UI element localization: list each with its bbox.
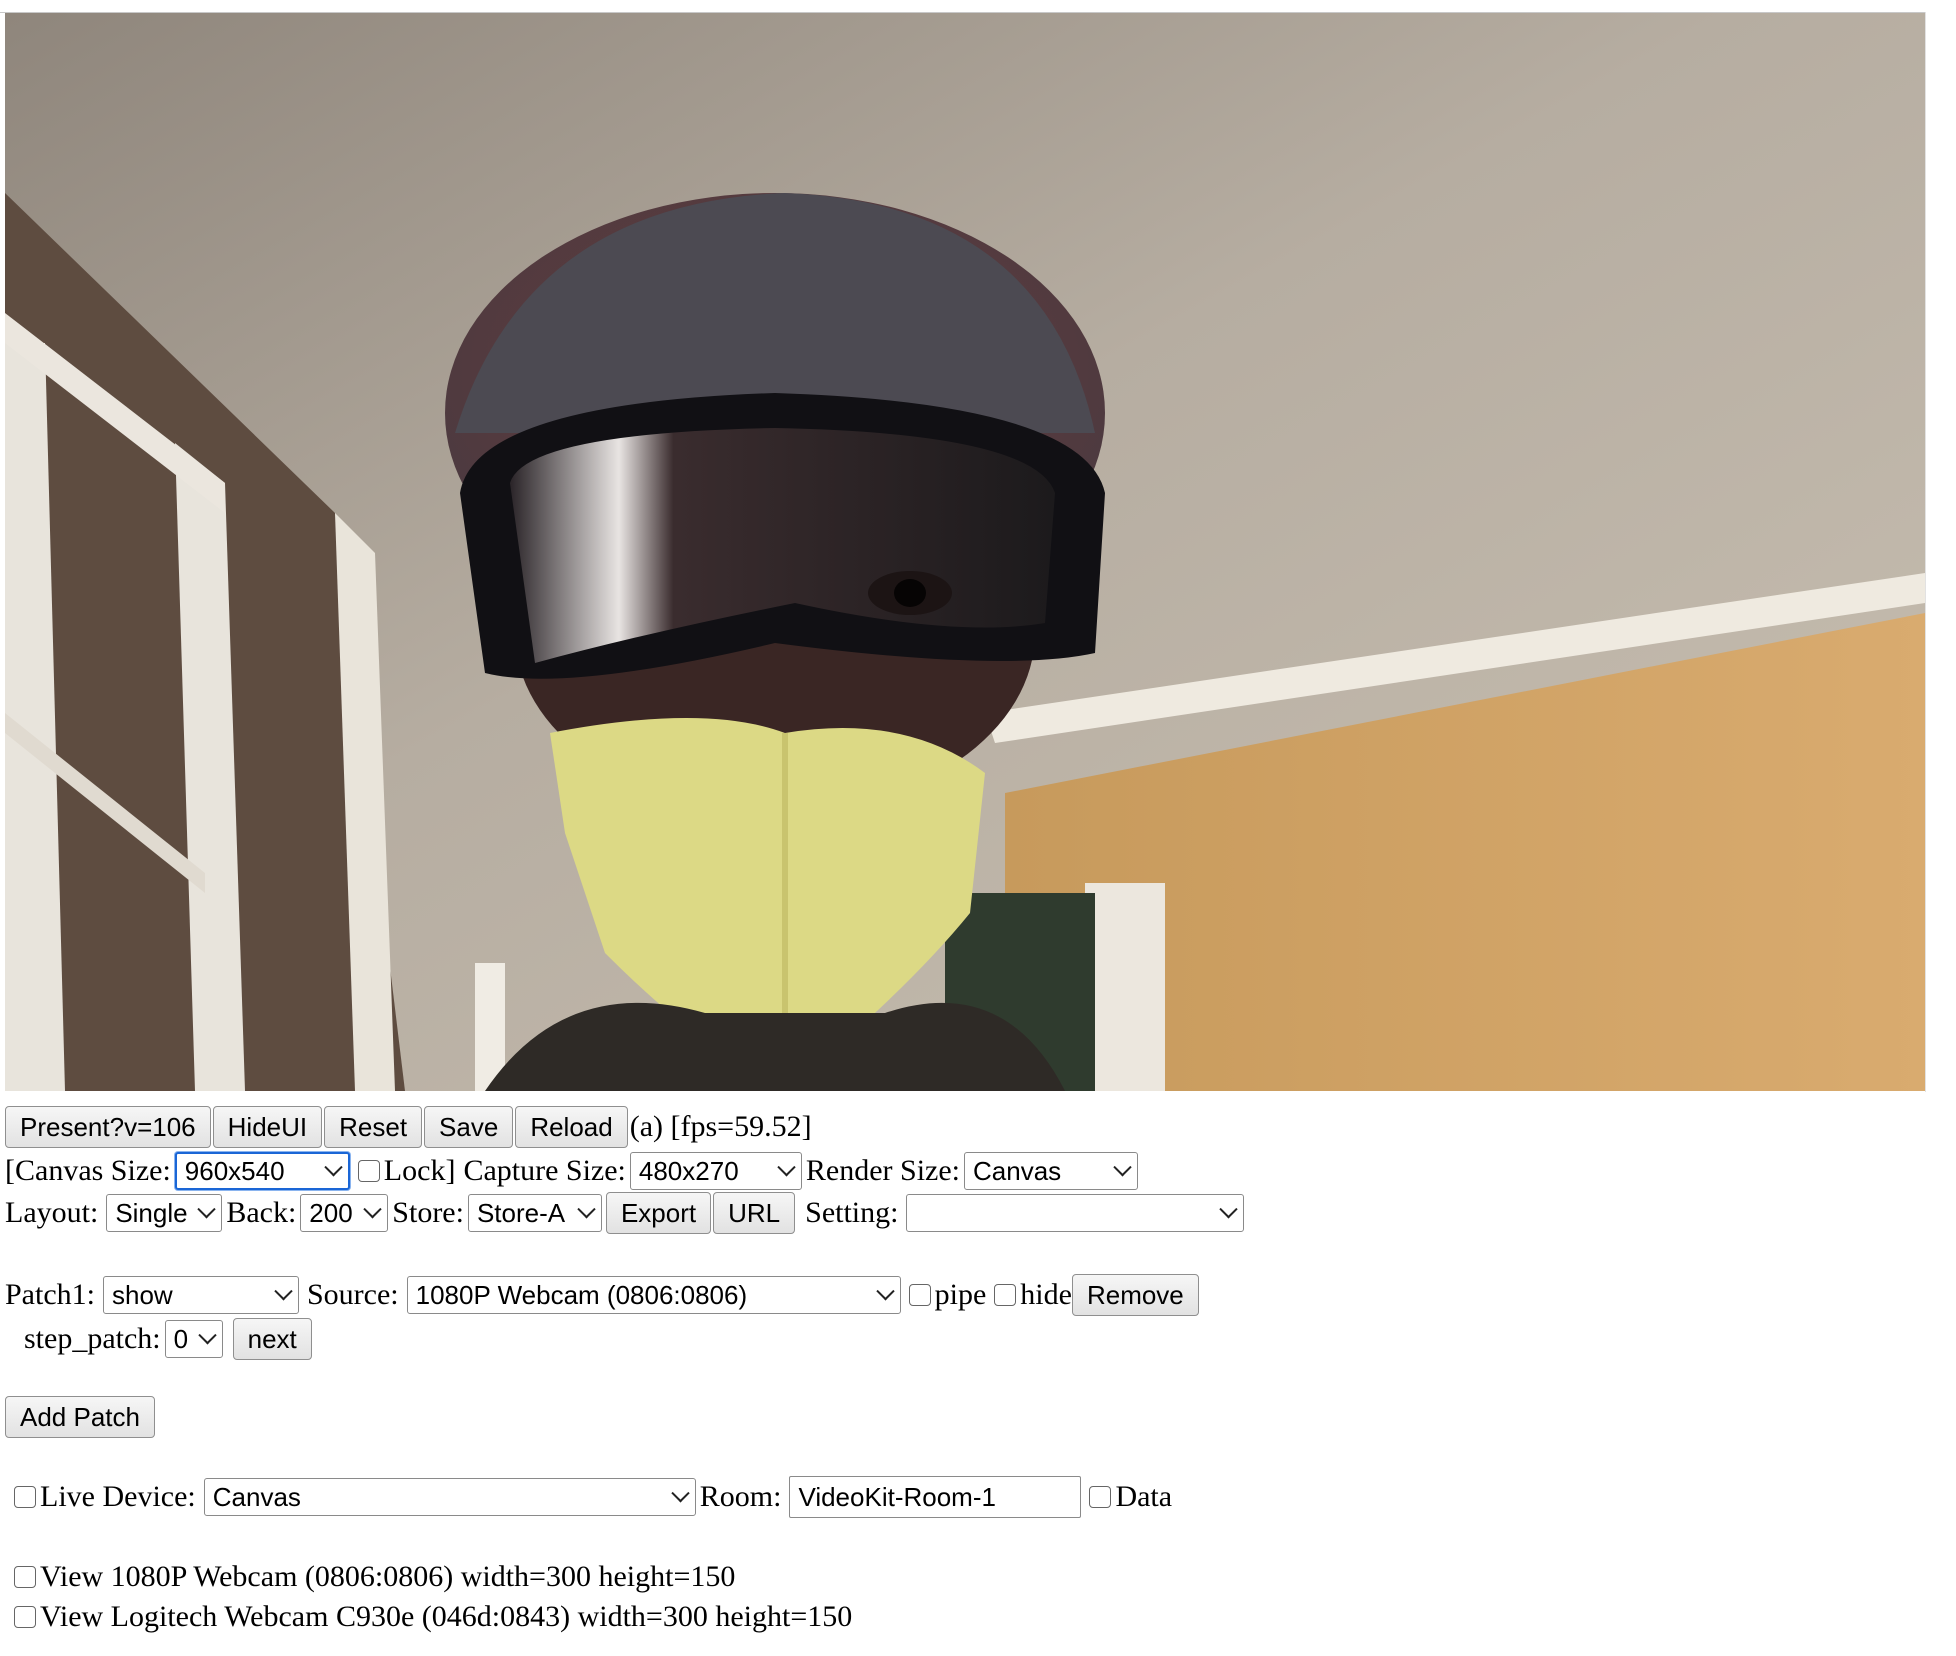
back-select[interactable]: 200: [300, 1194, 389, 1232]
chevron-down-icon: [197, 1325, 217, 1344]
live-device-checkbox[interactable]: [14, 1486, 36, 1508]
view-label: View 1080P Webcam (0806:0806) width=300 …: [40, 1560, 736, 1593]
hideui-button[interactable]: HideUI: [212, 1106, 323, 1148]
add-patch-button[interactable]: Add Patch: [5, 1396, 155, 1438]
store-value: Store-A: [476, 1198, 566, 1228]
live-row: Live Device: Canvas Room: VideoKit-Room-…: [10, 1476, 1172, 1518]
chevron-down-icon: [324, 1157, 343, 1176]
data-checkbox[interactable]: [1089, 1486, 1112, 1508]
view-checkbox[interactable]: [14, 1606, 36, 1628]
chevron-down-icon: [875, 1281, 895, 1300]
step-patch-label: step_patch:: [24, 1322, 161, 1355]
chevron-down-icon: [577, 1199, 596, 1218]
patch1-label: Patch1:: [5, 1278, 95, 1311]
view-label: View Logitech Webcam C930e (046d:0843) w…: [40, 1600, 853, 1633]
present-button[interactable]: Present?v=106: [5, 1106, 211, 1148]
back-value: 200: [309, 1198, 353, 1228]
layout-label: Layout:: [5, 1196, 99, 1229]
capture-size-value: 480x270: [638, 1156, 739, 1186]
source-select[interactable]: 1080P Webcam (0806:0806): [406, 1276, 901, 1314]
save-button[interactable]: Save: [424, 1106, 514, 1148]
capture-size-label: Capture Size:: [463, 1154, 626, 1187]
canvas-size-label: [Canvas Size:: [5, 1154, 171, 1187]
chevron-down-icon: [671, 1483, 690, 1502]
patch1-row: Patch1: show Source: 1080P Webcam (0806:…: [5, 1274, 1201, 1316]
reload-button[interactable]: Reload: [515, 1106, 628, 1148]
canvas-size-value: 960x540: [184, 1156, 285, 1186]
chevron-down-icon: [274, 1281, 293, 1300]
hide-checkbox[interactable]: [994, 1284, 1017, 1306]
video-canvas: [5, 13, 1925, 1091]
pipe-label: pipe: [934, 1278, 987, 1311]
fps-readout: (a) [fps=59.52]: [629, 1110, 812, 1143]
lock-label: Lock]: [383, 1154, 456, 1187]
render-size-label: Render Size:: [805, 1154, 961, 1187]
data-label: Data: [1115, 1480, 1173, 1513]
render-size-select[interactable]: Canvas: [964, 1152, 1139, 1190]
toolbar-row: Present?v=106 HideUI Reset Save Reload (…: [5, 1106, 812, 1148]
setting-label: Setting:: [805, 1196, 899, 1229]
export-button[interactable]: Export: [605, 1192, 712, 1234]
live-device-select[interactable]: Canvas: [203, 1478, 696, 1516]
step-patch-value: 0: [173, 1324, 189, 1354]
next-button[interactable]: next: [232, 1318, 312, 1360]
room-label: Room:: [699, 1480, 782, 1513]
pipe-checkbox[interactable]: [908, 1284, 931, 1306]
add-patch-row: Add Patch: [5, 1396, 157, 1438]
canvas-size-select[interactable]: 960x540: [174, 1152, 350, 1190]
back-label: Back:: [226, 1196, 297, 1229]
lock-checkbox[interactable]: [357, 1160, 380, 1182]
chevron-down-icon: [777, 1157, 796, 1176]
capture-size-select[interactable]: 480x270: [629, 1152, 802, 1190]
view-row-1: View 1080P Webcam (0806:0806) width=300 …: [10, 1560, 735, 1594]
chevron-down-icon: [1113, 1157, 1132, 1176]
layout-select[interactable]: Single: [106, 1194, 223, 1232]
chevron-down-icon: [197, 1199, 217, 1218]
patch1-mode-select[interactable]: show: [103, 1276, 299, 1314]
source-value: 1080P Webcam (0806:0806): [415, 1280, 748, 1310]
size-row: [Canvas Size: 960x540 Lock] Capture Size…: [5, 1152, 1142, 1190]
chevron-down-icon: [1219, 1199, 1239, 1218]
store-label: Store:: [392, 1196, 464, 1229]
room-input[interactable]: VideoKit-Room-1: [789, 1476, 1082, 1518]
step-patch-select[interactable]: 0: [164, 1320, 223, 1358]
layout-value: Single: [115, 1198, 188, 1228]
live-device-label: Live Device:: [40, 1480, 196, 1513]
step-patch-row: step_patch: 0 next: [24, 1318, 314, 1360]
source-label: Source:: [307, 1278, 399, 1311]
view-checkbox[interactable]: [14, 1566, 36, 1588]
reset-button[interactable]: Reset: [324, 1106, 423, 1148]
layout-row: Layout: Single Back: 200 Store: Store-A …: [5, 1192, 1248, 1234]
live-device-value: Canvas: [212, 1482, 301, 1512]
remove-button[interactable]: Remove: [1071, 1274, 1199, 1316]
hide-label: hide: [1020, 1278, 1072, 1311]
setting-select[interactable]: [906, 1194, 1245, 1232]
webcam-frame: [5, 13, 1925, 1091]
chevron-down-icon: [363, 1199, 382, 1218]
store-select[interactable]: Store-A: [467, 1194, 602, 1232]
url-button[interactable]: URL: [713, 1192, 796, 1234]
patch1-mode-value: show: [112, 1280, 173, 1310]
render-size-value: Canvas: [973, 1156, 1062, 1186]
right-divider: [1925, 12, 1926, 1092]
view-row-2: View Logitech Webcam C930e (046d:0843) w…: [10, 1600, 852, 1634]
